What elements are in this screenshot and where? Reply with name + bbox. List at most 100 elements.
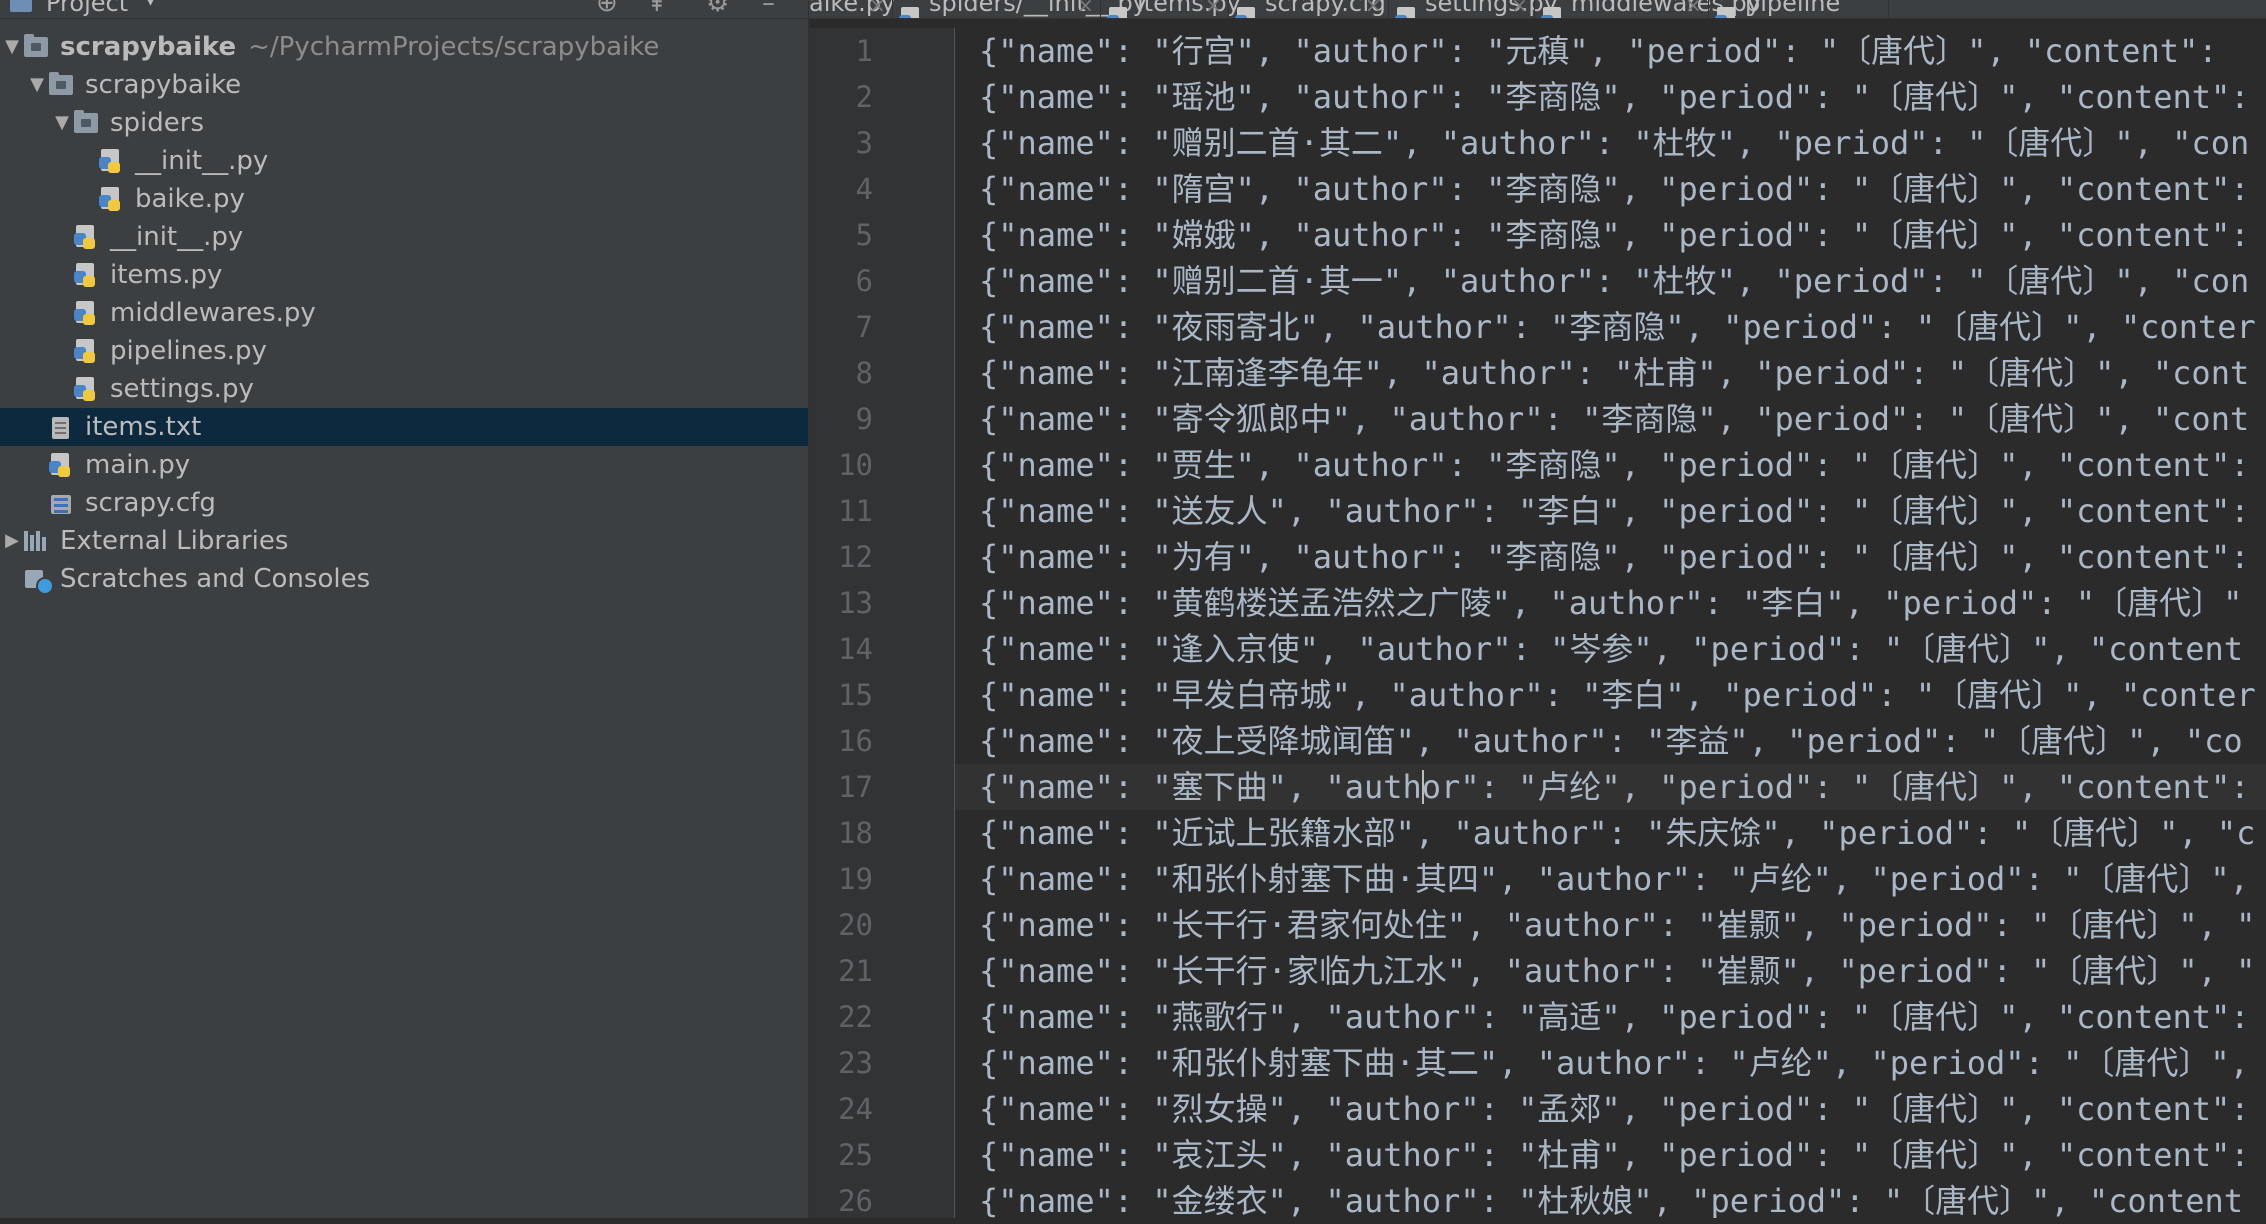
code-line[interactable]: {"name": "近试上张籍水部", "author": "朱庆馀", "pe… <box>955 810 2266 856</box>
line-number: 12 <box>838 540 873 574</box>
tree-item-label: spiders <box>110 104 204 142</box>
tree-item[interactable]: ▼ spiders <box>0 104 808 142</box>
code-line[interactable]: {"name": "长干行·君家何处住", "author": "崔颢", "p… <box>955 902 2266 948</box>
code-line[interactable]: {"name": "嫦娥", "author": "李商隐", "period"… <box>955 212 2266 258</box>
chevron-down-icon[interactable]: ▼ <box>27 66 47 104</box>
close-icon[interactable]: × <box>1511 0 1528 18</box>
folder-icon <box>24 34 48 57</box>
tree-item-text: __init__.py <box>135 146 269 176</box>
tree-item[interactable]: settings.py <box>0 370 808 408</box>
tree-item-text: middlewares.py <box>110 298 316 328</box>
tree-item-text: scrapybaike <box>85 70 242 100</box>
chevron-down-icon[interactable]: ▾ <box>146 0 155 11</box>
tree-item-label: __init__.py <box>110 218 243 256</box>
code-line[interactable]: {"name": "赠别二首·其二", "author": "杜牧", "per… <box>955 120 2266 166</box>
line-number: 26 <box>838 1184 873 1218</box>
editor-tab[interactable]: settings.py × <box>1389 0 1558 18</box>
code-area[interactable]: {"name": "行宫", "author": "元稹", "period":… <box>955 28 2266 1218</box>
tree-item[interactable]: main.py <box>0 446 808 484</box>
code-line[interactable]: {"name": "燕歌行", "author": "高适", "period"… <box>955 994 2266 1040</box>
close-icon[interactable]: × <box>1365 0 1382 18</box>
code-line[interactable]: {"name": "寄令狐郎中", "author": "李商隐", "peri… <box>955 396 2266 442</box>
tree-item[interactable]: ▼ scrapybaike <box>0 66 808 104</box>
tree-item-label: items.txt <box>85 408 201 446</box>
line-number: 14 <box>838 632 873 666</box>
code-line[interactable]: {"name": "和张仆射塞下曲·其二", "author": "卢纶", "… <box>955 1040 2266 1086</box>
code-line[interactable]: {"name": "早发白帝城", "author": "李白", "perio… <box>955 672 2266 718</box>
editor-tab[interactable]: aike.py × <box>809 0 895 18</box>
tree-item[interactable]: ▼ scrapybaike ~/PycharmProjects/scrapybaik… <box>0 28 808 66</box>
tree-item[interactable]: items.txt <box>0 408 808 446</box>
line-number: 13 <box>838 586 873 620</box>
line-number: 10 <box>838 448 873 482</box>
close-icon[interactable]: × <box>1685 0 1702 18</box>
tree-item[interactable]: ▶ External Libraries <box>0 522 808 560</box>
line-number: 11 <box>838 494 873 528</box>
code-line[interactable]: {"name": "哀江头", "author": "杜甫", "period"… <box>955 1132 2266 1178</box>
code-line[interactable]: {"name": "隋宫", "author": "李商隐", "period"… <box>955 166 2266 212</box>
code-line[interactable]: {"name": "逢入京使", "author": "岑参", "period… <box>955 626 2266 672</box>
project-tree: ▼ scrapybaike ~/PycharmProjects/scrapybaik… <box>0 28 808 598</box>
chevron-down-icon[interactable]: ▼ <box>2 28 22 66</box>
code-line[interactable]: {"name": "行宫", "author": "元稹", "period":… <box>955 28 2266 74</box>
scratches-icon <box>24 569 54 595</box>
tree-item-text: spiders <box>110 108 205 138</box>
folder-icon <box>49 72 73 95</box>
project-view-icon <box>10 0 32 12</box>
line-number: 23 <box>838 1046 873 1080</box>
line-number: 2 <box>855 80 873 114</box>
tree-item[interactable]: Scratches and Consoles <box>0 560 808 598</box>
python-file-icon <box>74 263 98 287</box>
tab-separator <box>1888 0 1889 18</box>
code-line[interactable]: {"name": "塞下曲", "author": "卢纶", "period"… <box>955 764 2266 810</box>
code-line[interactable]: {"name": "夜上受降城闻笛", "author": "李益", "per… <box>955 718 2266 764</box>
locate-file-icon[interactable]: ⊕ <box>596 0 618 18</box>
project-panel-title[interactable]: Project <box>46 0 128 18</box>
line-number: 7 <box>855 310 873 344</box>
editor-tab[interactable]: items.py × <box>1101 0 1241 18</box>
line-number: 4 <box>855 172 873 206</box>
tree-item-text: scrapy.cfg <box>85 488 216 518</box>
tree-item[interactable]: scrapy.cfg <box>0 484 808 522</box>
code-line[interactable]: {"name": "长干行·家临九江水", "author": "崔颢", "p… <box>955 948 2266 994</box>
code-line[interactable]: {"name": "送友人", "author": "李白", "period"… <box>955 488 2266 534</box>
chevron-right-icon[interactable]: ▶ <box>2 522 22 560</box>
collapse-all-icon[interactable]: ⇞ <box>646 0 668 18</box>
editor-tab[interactable]: spiders/__init__.py × <box>893 0 1147 18</box>
code-line[interactable]: {"name": "金缕衣", "author": "杜秋娘", "period… <box>955 1178 2266 1218</box>
code-line[interactable]: {"name": "黄鹤楼送孟浩然之广陵", "author": "李白", "… <box>955 580 2266 626</box>
tree-item-label: main.py <box>85 446 190 484</box>
line-number: 20 <box>838 908 873 942</box>
close-icon[interactable]: × <box>869 0 886 18</box>
tree-item[interactable]: items.py <box>0 256 808 294</box>
line-number: 6 <box>855 264 873 298</box>
tree-item[interactable]: __init__.py <box>0 218 808 256</box>
hide-panel-icon[interactable]: – <box>762 0 775 18</box>
chevron-down-icon[interactable]: ▼ <box>52 104 72 142</box>
text-file-icon <box>49 417 73 439</box>
editor-tab[interactable]: pipeline <box>1709 0 1889 18</box>
gear-icon[interactable]: ⚙ <box>706 0 729 18</box>
editor-tab[interactable]: scrapy.cfg × <box>1229 0 1389 18</box>
editor-tab-label: pipeline <box>1745 0 1841 17</box>
code-line[interactable]: {"name": "江南逢李龟年", "author": "杜甫", "peri… <box>955 350 2266 396</box>
code-line[interactable]: {"name": "夜雨寄北", "author": "李商隐", "perio… <box>955 304 2266 350</box>
python-file-icon <box>1107 7 1129 18</box>
code-line[interactable]: {"name": "瑶池", "author": "李商隐", "period"… <box>955 74 2266 120</box>
code-line[interactable]: {"name": "和张仆射塞下曲·其四", "author": "卢纶", "… <box>955 856 2266 902</box>
tree-item[interactable]: middlewares.py <box>0 294 808 332</box>
close-icon[interactable]: × <box>1205 0 1222 18</box>
code-line[interactable]: {"name": "赠别二首·其一", "author": "杜牧", "per… <box>955 258 2266 304</box>
python-file-icon <box>74 339 98 363</box>
tree-item-label: baike.py <box>135 180 245 218</box>
tree-item[interactable]: pipelines.py <box>0 332 808 370</box>
line-number-gutter: 1 2 3 4 5 6 7 8 9 10 11 12 13 14 15 16 17 18 19 20 21 22 23 24 2… <box>809 28 954 1218</box>
editor-tab[interactable]: middlewares.py × <box>1535 0 1761 18</box>
tree-item-label: middlewares.py <box>110 294 316 332</box>
tree-item[interactable]: baike.py <box>0 180 808 218</box>
code-line[interactable]: {"name": "为有", "author": "李商隐", "period"… <box>955 534 2266 580</box>
code-line[interactable]: {"name": "烈女操", "author": "孟郊", "period"… <box>955 1086 2266 1132</box>
tree-item[interactable]: __init__.py <box>0 142 808 180</box>
code-line[interactable]: {"name": "贾生", "author": "李商隐", "period"… <box>955 442 2266 488</box>
close-icon[interactable]: × <box>1077 0 1094 18</box>
